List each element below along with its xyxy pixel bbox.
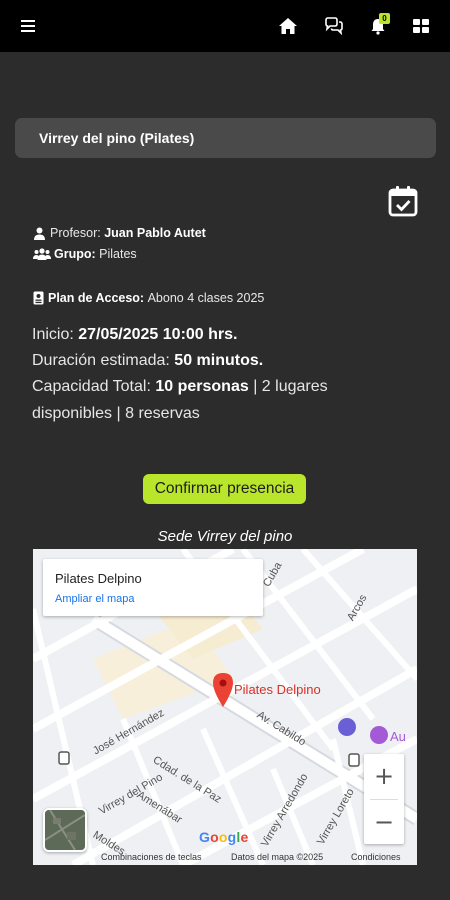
home-icon bbox=[279, 18, 297, 34]
add-to-calendar-button[interactable] bbox=[387, 184, 419, 218]
chat-icon bbox=[325, 17, 343, 35]
availability-text-2: disponibles | 8 reservas bbox=[32, 405, 200, 422]
plan-line: Plan de Acceso: Abono 4 clases 2025 bbox=[32, 291, 264, 305]
menu-icon bbox=[21, 20, 35, 32]
capacity-line: Capacidad Total: 10 personas | 2 lugares bbox=[32, 378, 328, 396]
capacity-value: 10 personas bbox=[155, 378, 249, 395]
plan-value: Abono 4 clases 2025 bbox=[147, 291, 265, 305]
duration-label: Duración estimada: bbox=[32, 352, 170, 369]
professor-label: Profesor: bbox=[50, 226, 101, 240]
group-line: Grupo: Pilates bbox=[32, 247, 137, 261]
map-pin-label[interactable]: Pilates Delpino bbox=[234, 682, 321, 697]
map-footer: Combinaciones de teclas Datos del mapa ©… bbox=[33, 849, 417, 865]
class-title-card: Virrey del pino (Pilates) bbox=[15, 118, 436, 158]
id-card-icon bbox=[32, 291, 45, 305]
start-line: Inicio: 27/05/2025 10:00 hrs. bbox=[32, 326, 237, 344]
group-label: Grupo: bbox=[54, 247, 96, 261]
keyboard-shortcuts-link[interactable]: Combinaciones de teclas bbox=[101, 852, 202, 862]
notification-badge: 0 bbox=[379, 13, 390, 24]
map-place-name: Pilates Delpino bbox=[55, 571, 142, 586]
poi-label-au: Au bbox=[390, 729, 406, 744]
duration-value: 50 minutos. bbox=[174, 352, 264, 369]
professor-line: Profesor: Juan Pablo Autet bbox=[32, 226, 206, 240]
start-value: 27/05/2025 10:00 hrs. bbox=[78, 326, 238, 343]
home-button[interactable] bbox=[276, 14, 300, 38]
users-icon bbox=[32, 247, 51, 261]
duration-line: Duración estimada: 50 minutos. bbox=[32, 352, 263, 370]
confirm-attendance-button[interactable]: Confirmar presencia bbox=[143, 474, 306, 504]
professor-name: Juan Pablo Autet bbox=[104, 226, 206, 240]
class-title: Virrey del pino (Pilates) bbox=[39, 130, 195, 146]
notifications-button[interactable]: 0 bbox=[366, 13, 390, 38]
calendar-check-icon bbox=[388, 186, 418, 217]
group-value: Pilates bbox=[99, 247, 137, 261]
apps-icon bbox=[413, 19, 429, 33]
top-bar: 0 bbox=[0, 0, 450, 52]
map-zoom-controls: + − bbox=[364, 754, 404, 844]
venue-title: Sede Virrey del pino bbox=[157, 528, 293, 545]
map-data-text: Datos del mapa ©2025 bbox=[231, 852, 324, 862]
apps-button[interactable] bbox=[409, 14, 433, 38]
map-embed[interactable]: Cuba Arcos José Hernández Av. Cabildo Vi… bbox=[33, 549, 417, 865]
zoom-out-button[interactable]: − bbox=[364, 800, 404, 844]
satellite-preview-icon bbox=[45, 810, 85, 850]
zoom-in-button[interactable]: + bbox=[364, 754, 404, 798]
terms-link[interactable]: Condiciones bbox=[351, 852, 401, 862]
plan-label: Plan de Acceso: bbox=[48, 291, 145, 305]
chat-button[interactable] bbox=[322, 14, 346, 38]
user-icon bbox=[32, 226, 47, 240]
satellite-toggle[interactable] bbox=[43, 808, 87, 852]
map-place-card: Pilates Delpino Ampliar el mapa bbox=[43, 559, 263, 616]
start-label: Inicio: bbox=[32, 326, 74, 343]
capacity-label: Capacidad Total: bbox=[32, 378, 151, 395]
availability-text-1: | 2 lugares bbox=[253, 378, 328, 395]
menu-button[interactable] bbox=[16, 14, 40, 38]
availability-line: disponibles | 8 reservas bbox=[32, 405, 200, 423]
enlarge-map-link[interactable]: Ampliar el mapa bbox=[55, 593, 134, 605]
google-logo: Google bbox=[199, 829, 249, 845]
